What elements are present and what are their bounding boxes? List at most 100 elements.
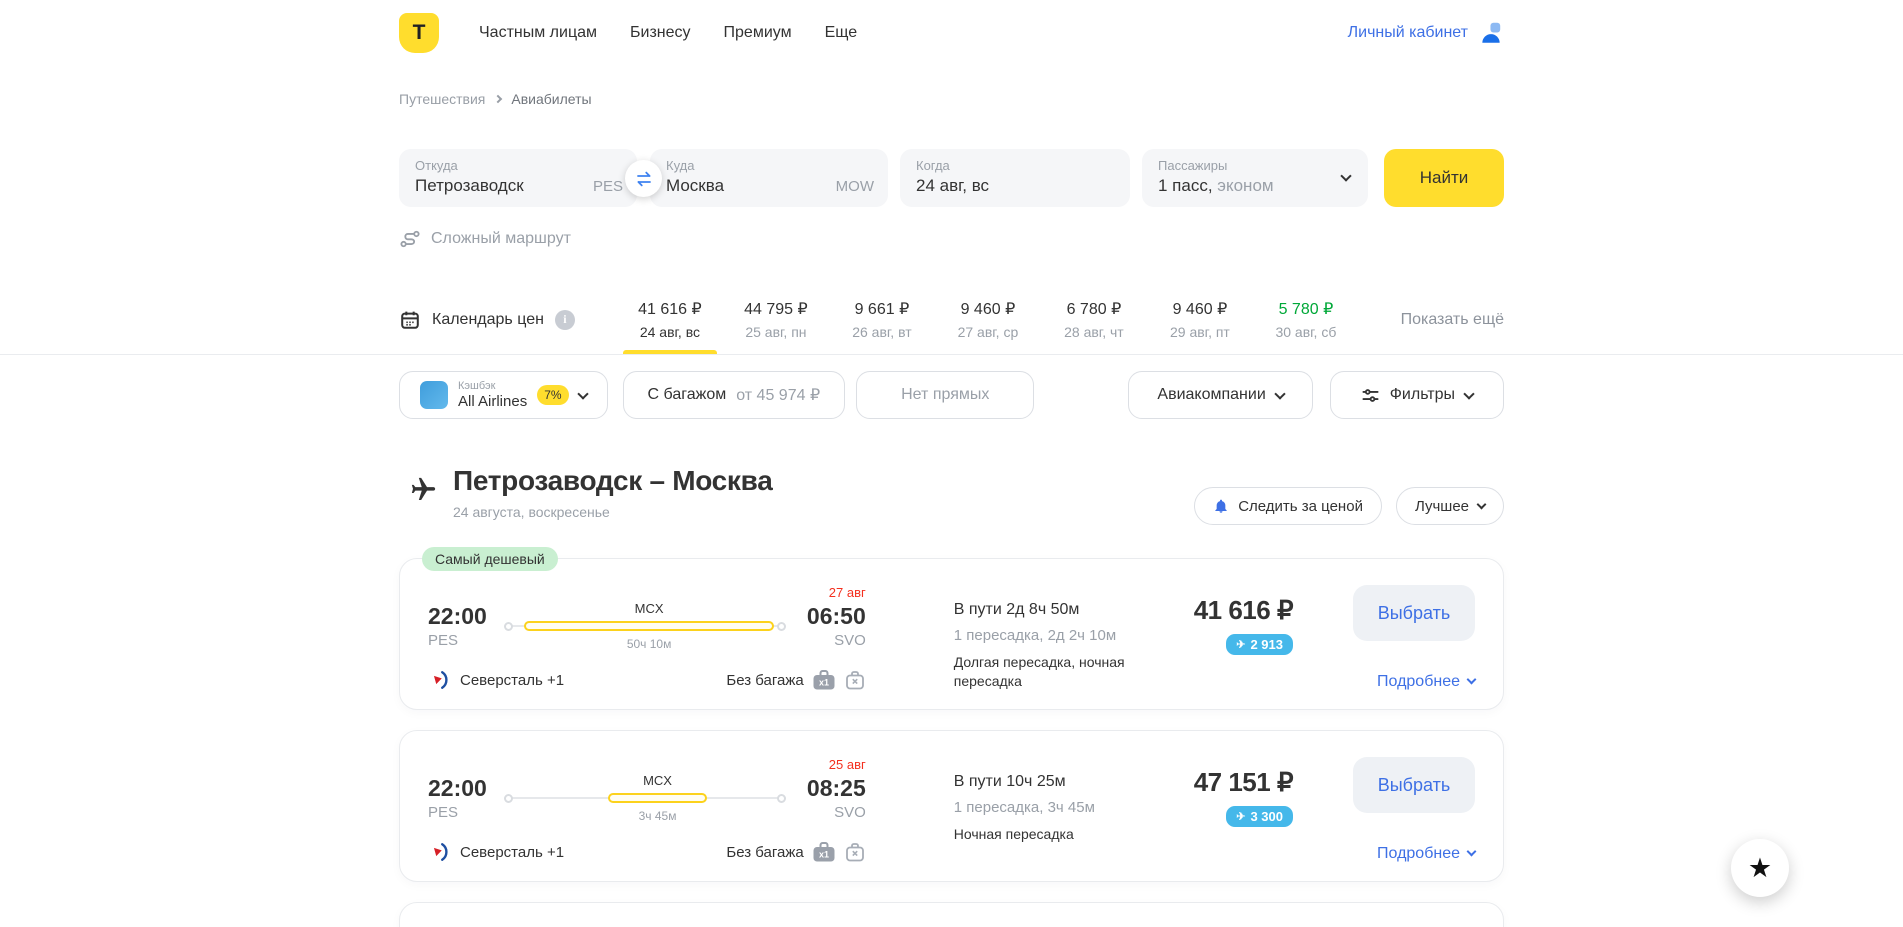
airline-name: Северсталь +1 [460, 672, 564, 689]
passengers-count: 1 пасс, [1158, 176, 1213, 195]
details-toggle[interactable]: Подробнее [1377, 845, 1475, 863]
origin-field[interactable]: Откуда Петрозаводск PES [399, 149, 637, 207]
calendar-day[interactable]: 6 780 ₽28 авг, чт [1041, 299, 1147, 340]
account-link[interactable]: Личный кабинет [1348, 20, 1504, 46]
arrival-block: 27 авг 06:50 SVO [798, 585, 866, 657]
star-icon: ★ [1748, 853, 1772, 884]
filters-bar: Кэшбэк All Airlines 7% С багажом от 45 9… [399, 371, 1504, 419]
sort-dropdown[interactable]: Лучшее [1396, 487, 1504, 525]
route-title: Петрозаводск – Москва [453, 465, 772, 497]
nav-item-business[interactable]: Бизнесу [630, 24, 691, 42]
flight-timeline: MCX 50ч 10м [504, 585, 786, 657]
flight-timeline: MCX 3ч 45м [504, 757, 786, 829]
airline-logo [428, 669, 450, 691]
total-duration: В пути 10ч 25м [954, 773, 1142, 791]
bank-card-icon [420, 381, 448, 409]
breadcrumb: Путешествия Авиабилеты [399, 91, 1504, 107]
layover-airport: MCX [608, 773, 707, 788]
baggage-filter[interactable]: С багажом от 45 974 ₽ [623, 371, 846, 419]
show-more-link[interactable]: Показать ещё [1401, 311, 1504, 329]
breadcrumb-separator-icon [494, 95, 502, 103]
layover-bar [524, 621, 775, 631]
departure-airport: PES [428, 804, 492, 821]
airlines-filter[interactable]: Авиакомпании [1128, 371, 1312, 419]
date-label: Когда [916, 158, 1114, 173]
calendar-day[interactable]: 5 780 ₽30 авг, сб [1253, 299, 1359, 340]
baggage-label: Без багажа [726, 844, 803, 861]
price-calendar-section: Календарь цен i 41 616 ₽24 авг, вс 44 79… [0, 299, 1903, 355]
flight-search-form: Откуда Петрозаводск PES Куда Москва MOW … [399, 149, 1504, 207]
arrival-time: 06:50 [798, 604, 866, 628]
filters-button[interactable]: Фильтры [1330, 371, 1504, 419]
cashback-percent-badge: 7% [537, 385, 568, 405]
origin-label: Откуда [415, 158, 621, 173]
passengers-label: Пассажиры [1158, 158, 1352, 173]
departure-time: 22:00 [428, 604, 492, 628]
account-label: Личный кабинет [1348, 24, 1468, 42]
info-icon[interactable]: i [555, 310, 575, 330]
nav-item-more[interactable]: Еще [825, 24, 858, 42]
track-price-button[interactable]: Следить за ценой [1194, 487, 1382, 525]
passengers-class: эконом [1217, 176, 1273, 195]
price: 41 616 ₽ [1142, 595, 1293, 626]
cashback-badge: ✈ 2 913 [1226, 634, 1293, 655]
bell-icon [1213, 498, 1229, 514]
nav-item-premium[interactable]: Премиум [724, 24, 792, 42]
sliders-icon [1361, 386, 1380, 405]
nav-item-private[interactable]: Частным лицам [479, 24, 597, 42]
route-date: 24 августа, воскресенье [453, 504, 772, 520]
complex-route-link[interactable]: Сложный маршрут [399, 228, 571, 250]
arrival-time: 08:25 [798, 776, 866, 800]
passengers-field[interactable]: Пассажиры 1 пасс, эконом [1142, 149, 1368, 207]
date-field[interactable]: Когда 24 авг, вс [900, 149, 1130, 207]
departure-block: 22:00 PES [428, 757, 492, 829]
calendar-days: 41 616 ₽24 авг, вс 44 795 ₽25 авг, пн 9 … [617, 299, 1359, 340]
tbank-logo[interactable]: T [399, 13, 439, 53]
search-button[interactable]: Найти [1384, 149, 1504, 207]
svg-text:x1: x1 [819, 850, 829, 860]
complex-route-label: Сложный маршрут [431, 230, 571, 248]
user-icon [1478, 20, 1504, 46]
airline-name: Северсталь +1 [460, 844, 564, 861]
select-flight-button[interactable]: Выбрать [1353, 757, 1475, 813]
chevron-down-icon [1274, 388, 1285, 399]
breadcrumb-flights[interactable]: Авиабилеты [511, 91, 591, 107]
plane-icon [405, 476, 438, 504]
favorites-fab-button[interactable]: ★ [1731, 839, 1789, 897]
route-icon [399, 228, 421, 250]
cashback-filter[interactable]: Кэшбэк All Airlines 7% [399, 371, 608, 419]
calendar-day[interactable]: 44 795 ₽25 авг, пн [723, 299, 829, 340]
cashback-label: Кэшбэк [458, 380, 527, 392]
destination-code: MOW [836, 178, 874, 195]
flight-results-list: Самый дешевый 22:00 PES MCX 50ч 10м [399, 558, 1504, 927]
miles-plane-icon: ✈ [1236, 638, 1245, 651]
cashback-badge: ✈ 3 300 [1226, 806, 1293, 827]
calendar-day[interactable]: 9 460 ₽29 авг, пт [1147, 299, 1253, 340]
transfer-note: Ночная пересадка [954, 825, 1142, 844]
top-navbar: T Частным лицам Бизнесу Премиум Еще Личн… [399, 0, 1504, 54]
destination-field[interactable]: Куда Москва MOW [650, 149, 888, 207]
breadcrumb-travel[interactable]: Путешествия [399, 91, 485, 107]
arrival-airport: SVO [798, 804, 866, 821]
arrival-block: 25 авг 08:25 SVO [798, 757, 866, 829]
no-direct-filter[interactable]: Нет прямых [856, 371, 1034, 419]
no-baggage-icon [844, 841, 866, 863]
baggage-info[interactable]: Без багажа x1 [726, 841, 865, 863]
no-baggage-icon [844, 669, 866, 691]
airline: Северсталь +1 [428, 669, 564, 691]
calendar-day[interactable]: 9 460 ₽27 авг, ср [935, 299, 1041, 340]
arrival-airport: SVO [798, 632, 866, 649]
carryon-icon: x1 [812, 669, 836, 691]
select-flight-button[interactable]: Выбрать [1353, 585, 1475, 641]
layover-duration: 50ч 10м [524, 637, 775, 651]
flight-details: В пути 2д 8ч 50м 1 пересадка, 2д 2ч 10м … [954, 585, 1142, 691]
layover-airport: MCX [524, 601, 775, 616]
baggage-info[interactable]: Без багажа x1 [726, 669, 865, 691]
swap-cities-button[interactable] [625, 160, 662, 197]
arrival-date: 27 авг [798, 585, 866, 602]
price: 47 151 ₽ [1142, 767, 1293, 798]
details-toggle[interactable]: Подробнее [1377, 673, 1475, 691]
calendar-day[interactable]: 41 616 ₽24 авг, вс [617, 299, 723, 340]
main-nav: Частным лицам Бизнесу Премиум Еще [479, 24, 857, 42]
calendar-day[interactable]: 9 661 ₽26 авг, вт [829, 299, 935, 340]
